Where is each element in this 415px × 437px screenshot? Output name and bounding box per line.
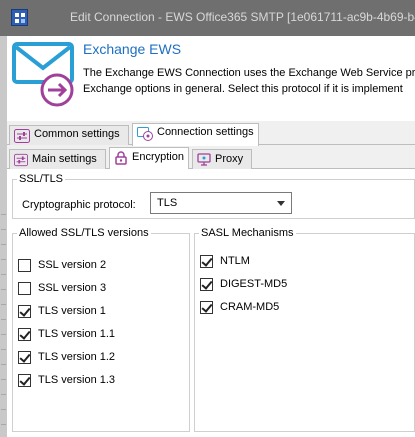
checkbox-tls-version-1-3[interactable] <box>18 374 31 387</box>
top-tab-strip: Common settings Connection settings <box>7 123 415 146</box>
protocol-description-line-2: Exchange options in general. Select this… <box>83 83 403 95</box>
tab-connection-settings[interactable]: Connection settings <box>132 123 259 146</box>
lock-icon <box>115 151 127 165</box>
checkbox-tls-version-1[interactable] <box>18 305 31 318</box>
tab-main-settings[interactable]: Main settings <box>9 149 106 169</box>
checkbox-label: TLS version 1.1 <box>38 328 116 340</box>
allowed-versions-group-label: Allowed SSL/TLS versions <box>19 227 149 239</box>
ssl-tls-group-label: SSL/TLS <box>19 173 64 185</box>
checkbox-tls-version-1-1[interactable] <box>18 328 31 341</box>
protocol-description-line-1: The Exchange EWS Connection uses the Exc… <box>83 67 415 79</box>
settings-sliders-icon <box>14 153 28 167</box>
tab-encryption[interactable]: Encryption <box>109 147 189 170</box>
tab-connection-settings-label: Connection settings <box>157 126 254 138</box>
tab-common-settings[interactable]: Common settings <box>9 125 129 145</box>
protocol-title: Exchange EWS <box>83 41 182 57</box>
background-window-marks <box>1 200 6 430</box>
encryption-panel: SSL/TLS Cryptographic protocol: TLS Allo… <box>7 169 415 437</box>
allowed-versions-group: Allowed SSL/TLS versions SSL version 2 S… <box>12 227 190 432</box>
checkbox-digest-md5[interactable] <box>200 278 213 291</box>
checkbox-cram-md5[interactable] <box>200 301 213 314</box>
header-panel: Exchange EWS The Exchange EWS Connection… <box>7 36 415 121</box>
checkbox-ssl-version-2[interactable] <box>18 259 31 272</box>
checkbox-label: NTLM <box>220 255 250 267</box>
checkbox-label: SSL version 2 <box>38 259 107 271</box>
tab-proxy-label: Proxy <box>215 153 244 165</box>
protocol-description: The Exchange EWS Connection uses the Exc… <box>83 65 415 97</box>
cryptographic-protocol-select[interactable]: TLS <box>150 192 292 214</box>
proxy-icon <box>197 153 211 166</box>
connection-settings-icon <box>137 127 153 141</box>
tab-proxy[interactable]: Proxy <box>192 149 252 169</box>
cryptographic-protocol-value: TLS <box>157 197 178 209</box>
cryptographic-protocol-label: Cryptographic protocol: <box>22 199 136 211</box>
settings-sliders-icon <box>14 129 30 143</box>
checkbox-ssl-version-3[interactable] <box>18 282 31 295</box>
tab-encryption-label: Encryption <box>132 151 184 163</box>
window-title: Edit Connection - EWS Office365 SMTP [1e… <box>70 10 415 24</box>
checkbox-ntlm[interactable] <box>200 255 213 268</box>
checkbox-label: SSL version 3 <box>38 282 107 294</box>
exchange-mail-icon <box>12 42 74 107</box>
checkbox-label: TLS version 1 <box>38 305 106 317</box>
chevron-down-icon[interactable] <box>277 201 285 206</box>
background-window-strip <box>0 0 7 437</box>
checkbox-tls-version-1-2[interactable] <box>18 351 31 364</box>
title-bar: Edit Connection - EWS Office365 SMTP [1e… <box>0 0 415 36</box>
checkbox-label: TLS version 1.3 <box>38 374 116 386</box>
dialog-content: Exchange EWS The Exchange EWS Connection… <box>7 36 415 437</box>
checkbox-label: CRAM-MD5 <box>220 301 280 313</box>
tab-common-settings-label: Common settings <box>34 128 120 140</box>
app-icon <box>11 9 28 26</box>
checkbox-label: DIGEST-MD5 <box>220 278 288 290</box>
sasl-mechanisms-group-label: SASL Mechanisms <box>201 227 294 239</box>
sasl-mechanisms-group: SASL Mechanisms NTLM DIGEST-MD5 CRAM-MD5 <box>194 227 415 432</box>
checkbox-label: TLS version 1.2 <box>38 351 116 363</box>
tab-main-settings-label: Main settings <box>32 153 97 165</box>
sub-tab-strip: Main settings Encryption Proxy <box>7 147 415 170</box>
